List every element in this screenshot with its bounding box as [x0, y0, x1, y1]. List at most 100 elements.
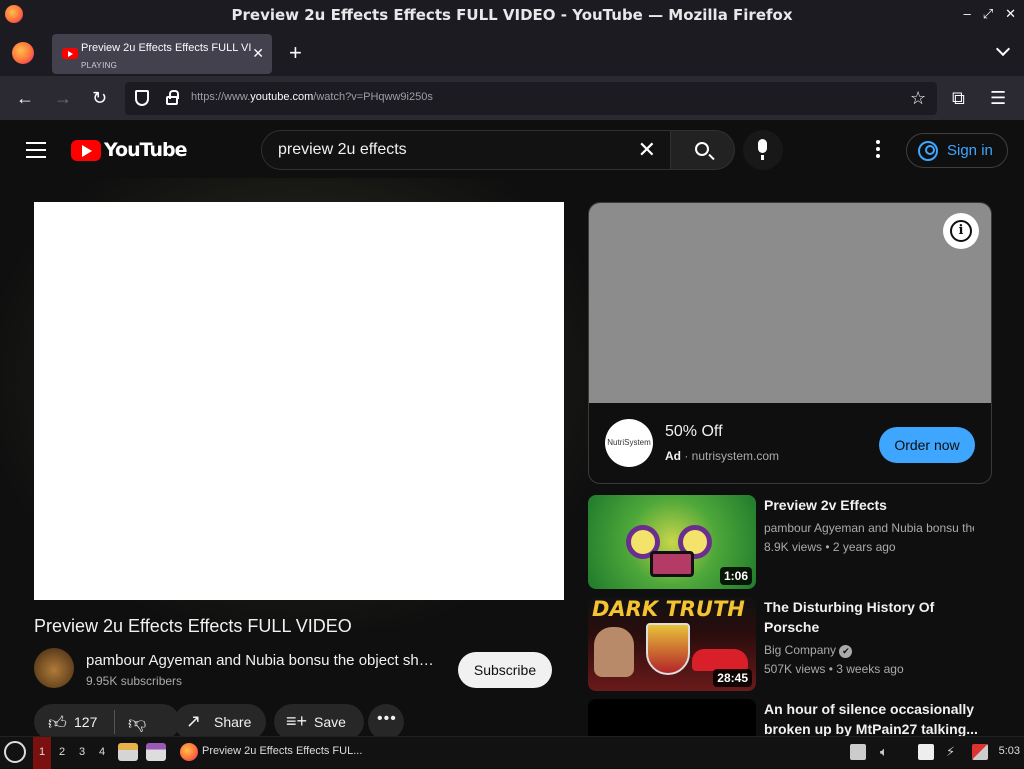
bookmark-star-icon[interactable]: ☆	[910, 87, 926, 109]
ad-badge: Ad	[665, 449, 681, 463]
thumbnail-art	[692, 649, 748, 671]
window-title: Preview 2u Effects Effects FULL VIDEO - …	[231, 6, 793, 24]
url-prefix: https://www.	[191, 91, 251, 103]
search-input[interactable]: preview 2u effects ✕	[261, 130, 671, 170]
video-thumbnail[interactable]	[588, 699, 756, 736]
info-icon: i	[950, 220, 972, 242]
start-menu-icon[interactable]	[4, 741, 26, 763]
workspace-3[interactable]: 3	[73, 737, 91, 769]
thumbnail-text: DARK TRUTH	[592, 597, 745, 621]
app-menu-icon[interactable]: ☰	[990, 87, 1006, 109]
channel-name-text: Big Company	[764, 643, 837, 657]
recommended-video[interactable]: DARK TRUTH 28:45 The Disturbing History …	[588, 597, 998, 691]
recommended-channel-name[interactable]: Big Company ✔	[764, 643, 974, 658]
new-tab-button[interactable]: +	[289, 40, 302, 66]
secure-lock-icon[interactable]	[166, 90, 179, 105]
list-all-tabs-chevron-icon[interactable]	[995, 41, 1011, 57]
channel-avatar[interactable]	[34, 648, 74, 688]
save-button[interactable]: ≡+ Save	[274, 704, 364, 740]
video-thumbnail[interactable]: 1:06	[588, 495, 756, 589]
youtube-favicon-icon	[62, 48, 78, 59]
channel-name-link[interactable]: pambour Agyeman and Nubia bonsu the obje…	[86, 652, 436, 669]
close-window-button[interactable]: ✕	[1005, 6, 1016, 22]
desktop-taskbar: 1 2 3 4 Preview 2u Effects Effects FUL..…	[0, 736, 1024, 769]
taskbar-firefox-icon[interactable]	[180, 743, 198, 761]
recommended-video-title[interactable]: An hour of silence occasionally broken u…	[764, 699, 984, 736]
recommended-video-meta: 507K views • 3 weeks ago	[764, 662, 904, 676]
ad-media[interactable]	[589, 203, 991, 403]
share-label: Share	[214, 714, 252, 730]
like-count[interactable]: 127	[74, 714, 97, 730]
subscribe-button[interactable]: Subscribe	[458, 652, 552, 688]
workspace-1[interactable]: 1	[33, 737, 51, 769]
terminal-icon[interactable]	[146, 743, 166, 761]
recommended-video-title[interactable]: Preview 2v Effects	[764, 495, 984, 515]
screenshot-icon[interactable]	[972, 744, 988, 760]
advertiser-logo[interactable]: NutriSystem	[605, 419, 653, 467]
extensions-puzzle-icon[interactable]: ⧉	[952, 87, 965, 109]
sign-in-button[interactable]: Sign in	[906, 133, 1008, 168]
recommended-video[interactable]: An hour of silence occasionally broken u…	[588, 699, 998, 736]
dislike-thumb-down-icon[interactable]: 👎︎	[128, 712, 146, 734]
like-dislike-group: 👍︎ 127 👎︎	[34, 704, 180, 740]
thumbnail-art	[650, 551, 694, 577]
firefox-icon	[5, 5, 23, 23]
guide-menu-icon[interactable]	[26, 142, 46, 163]
workspace-2[interactable]: 2	[53, 737, 71, 769]
voice-search-button[interactable]	[743, 130, 783, 170]
tracking-protection-shield-icon[interactable]	[135, 90, 149, 106]
forward-arrow-icon[interactable]: →	[54, 87, 72, 109]
ad-headline[interactable]: 50% Off	[665, 423, 723, 441]
volume-icon[interactable]: 🔈︎	[880, 744, 896, 760]
search-query: preview 2u effects	[278, 141, 407, 158]
url-domain: youtube.com	[250, 91, 314, 103]
recommended-video-meta: 8.9K views • 2 years ago	[764, 540, 896, 554]
more-dots-icon: •••	[377, 710, 397, 727]
youtube-play-logo-icon	[71, 139, 101, 161]
verified-check-icon: ✔	[839, 645, 853, 658]
subscriber-count: 9.95K subscribers	[86, 674, 183, 688]
tab-strip: Preview 2u Effects Effects FULL VIDEO PL…	[0, 30, 1024, 76]
youtube-masthead: YouTube preview 2u effects ✕ Sign in	[0, 120, 1024, 178]
network-icon[interactable]: ⚡︎	[946, 744, 962, 760]
thumbnail-art	[594, 627, 634, 677]
file-manager-icon[interactable]	[118, 743, 138, 761]
address-bar[interactable]: https://www.youtube.com/watch?v=PHqww9i2…	[125, 82, 937, 115]
save-label: Save	[314, 714, 346, 730]
url-text[interactable]: https://www.youtube.com/watch?v=PHqww9i2…	[191, 91, 433, 103]
reload-icon[interactable]: ↻	[92, 87, 107, 109]
storage-icon[interactable]	[850, 744, 866, 760]
back-arrow-icon[interactable]: ←	[16, 87, 34, 109]
video-thumbnail[interactable]: DARK TRUTH 28:45	[588, 597, 756, 691]
recommended-channel-name[interactable]: pambour Agyeman and Nubia bonsu the obje…	[764, 521, 974, 535]
firefox-view-icon[interactable]	[12, 42, 34, 64]
settings-more-icon[interactable]	[876, 140, 880, 161]
ad-domain: · nutrisystem.com	[684, 449, 780, 463]
share-button[interactable]: ↗ Share	[174, 704, 266, 740]
recommended-video[interactable]: 1:06 Preview 2v Effects pambour Agyeman …	[588, 495, 998, 589]
sponsored-ad-card[interactable]: i NutriSystem 50% Off Ad · nutrisystem.c…	[588, 202, 992, 484]
maximize-button[interactable]: ⤢	[983, 6, 993, 22]
window-controls: – ⤢ ✕	[963, 6, 1016, 22]
youtube-logo[interactable]: YouTube	[71, 139, 187, 161]
tab-title: Preview 2u Effects Effects FULL VIDEO	[81, 42, 251, 54]
clear-search-icon[interactable]: ✕	[638, 137, 656, 163]
share-arrow-icon: ↗	[186, 711, 202, 731]
video-player[interactable]	[34, 202, 564, 600]
youtube-wordmark: YouTube	[104, 139, 187, 161]
browser-tab-active[interactable]: Preview 2u Effects Effects FULL VIDEO PL…	[52, 34, 272, 74]
account-icon	[918, 140, 938, 161]
recommended-video-title[interactable]: The Disturbing History Of Porsche	[764, 597, 984, 637]
video-duration: 28:45	[713, 669, 752, 687]
tab-close-icon[interactable]: ✕	[252, 45, 264, 62]
workspace-4[interactable]: 4	[93, 737, 111, 769]
more-actions-button[interactable]: •••	[368, 704, 404, 740]
taskbar-window-title[interactable]: Preview 2u Effects Effects FUL...	[202, 745, 362, 757]
like-thumb-up-icon[interactable]: 👍︎	[48, 712, 67, 734]
minimize-button[interactable]: –	[963, 6, 970, 22]
clipboard-icon[interactable]	[918, 744, 934, 760]
order-now-button[interactable]: Order now	[879, 427, 975, 463]
url-path: /watch?v=PHqww9i250s	[313, 91, 433, 103]
search-button[interactable]	[671, 130, 735, 170]
ad-info-button[interactable]: i	[943, 213, 979, 249]
